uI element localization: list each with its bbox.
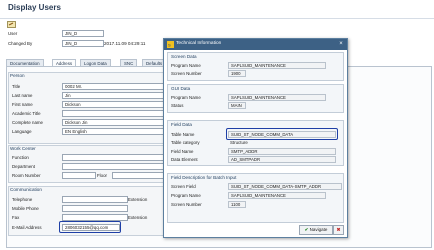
gui-program-name-label: Program Name — [171, 95, 201, 100]
table-name-highlight — [226, 128, 338, 140]
changed-by-label: Changed By — [8, 41, 33, 46]
table-category-value: Structure — [230, 140, 248, 145]
data-element-label: Data Element — [171, 157, 198, 162]
fax-field[interactable] — [62, 214, 128, 221]
batch-screen-number-value: 1100 — [228, 201, 246, 208]
person-panel-title: Person — [10, 73, 25, 78]
work-center-title: Work Center — [10, 146, 36, 151]
mobile-phone-field[interactable] — [62, 205, 128, 212]
user-field[interactable]: JIN_D — [62, 30, 104, 37]
department-label: Department — [12, 164, 35, 169]
title-field[interactable]: 0002 Mr. — [62, 83, 164, 90]
batch-input-title: Field Description for Batch Input — [171, 175, 237, 180]
field-data-group: Field Data Table Name SUID_ST_NODE_COMM_… — [167, 120, 344, 166]
language-field[interactable]: EN English — [62, 128, 164, 135]
user-label: User — [8, 31, 18, 36]
complete-name-field[interactable]: Dickson Jin — [62, 119, 164, 126]
cancel-icon[interactable]: ✖ — [333, 225, 344, 235]
title-label: Title — [12, 84, 21, 89]
table-category-label: Table category — [171, 140, 200, 145]
screen-data-title: Screen Data — [171, 54, 197, 59]
screen-field-label: Screen Field — [171, 184, 196, 189]
last-name-label: Last name — [12, 93, 33, 98]
fax-label: Fax — [12, 215, 20, 220]
batch-screen-number-label: Screen Number — [171, 202, 202, 207]
changed-on-value: 2017.11.09 04:29:11 — [104, 41, 146, 46]
sap-logo-icon: S — [167, 41, 174, 48]
gui-data-group: GUI Data Program Name SAPLSUID_MAINTENAN… — [167, 84, 344, 113]
academic-title-label: Academic Title — [12, 111, 41, 116]
gui-data-title: GUI Data — [171, 86, 191, 91]
field-name-label: Field Name — [171, 149, 194, 154]
dialog-title: Technical Information — [176, 41, 222, 46]
screen-number-value: 1900 — [228, 70, 246, 77]
function-label: Function — [12, 155, 29, 160]
fax-extension-label: Extension — [128, 215, 148, 220]
field-name-value: SMTP_ADDR — [228, 148, 336, 155]
batch-program-name-value: SAPLSUID_MAINTENANCE — [228, 192, 326, 199]
program-name-label: Program Name — [171, 63, 201, 68]
complete-name-label: Complete name — [12, 120, 43, 125]
changed-by-field: JIN_D — [62, 40, 104, 47]
room-number-field[interactable] — [62, 172, 96, 179]
floor-label: Floor — [97, 173, 108, 178]
communication-title: Communication — [10, 187, 42, 192]
navigate-button[interactable]: ✔ Navigate — [299, 225, 333, 235]
status-value: MAIN — [228, 102, 246, 109]
floor-field[interactable] — [112, 172, 164, 179]
svg-text:S: S — [168, 43, 171, 48]
telephone-extension-label: Extension — [128, 197, 148, 202]
first-name-field[interactable]: Dickson — [62, 101, 164, 108]
telephone-field[interactable] — [62, 196, 128, 203]
mobile-phone-label: Mobile Phone — [12, 206, 39, 211]
language-label: Language — [12, 129, 32, 134]
screen-number-label: Screen Number — [171, 71, 202, 76]
academic-title-field[interactable] — [62, 110, 164, 117]
technical-information-dialog: S Technical Information × Screen Data Pr… — [163, 38, 348, 238]
page-title: Display Users — [8, 3, 61, 12]
navigate-button-label: Navigate — [309, 227, 328, 232]
screen-field-value: SUID_ST_NODE_COMM_DATA-SMTP_ADDR — [228, 183, 342, 190]
last-name-field[interactable]: Jin — [62, 92, 164, 99]
toggle-edit-icon[interactable] — [7, 21, 16, 28]
program-name-value: SAPLSUID_MAINTENANCE — [228, 62, 326, 69]
title-bar — [0, 0, 434, 19]
screen-data-group: Screen Data Program Name SAPLSUID_MAINTE… — [167, 52, 344, 81]
batch-program-name-label: Program Name — [171, 193, 201, 198]
batch-input-group: Field Description for Batch Input Screen… — [167, 173, 344, 223]
first-name-label: First name — [12, 102, 33, 107]
checkmark-icon: ✔ — [304, 227, 309, 232]
gui-program-name-value: SAPLSUID_MAINTENANCE — [228, 94, 326, 101]
function-field[interactable] — [62, 154, 164, 161]
telephone-label: Telephone — [12, 197, 33, 202]
room-number-label: Room Number — [12, 173, 41, 178]
table-name-label: Table Name — [171, 132, 195, 137]
close-icon[interactable]: × — [338, 41, 344, 47]
data-element-value: AD_SMTPADR — [228, 156, 336, 163]
field-data-title: Field Data — [171, 122, 192, 127]
email-label: E-Mail Address — [12, 225, 42, 230]
department-field[interactable] — [62, 163, 164, 170]
status-label: Status — [171, 103, 184, 108]
email-highlight — [59, 221, 121, 233]
